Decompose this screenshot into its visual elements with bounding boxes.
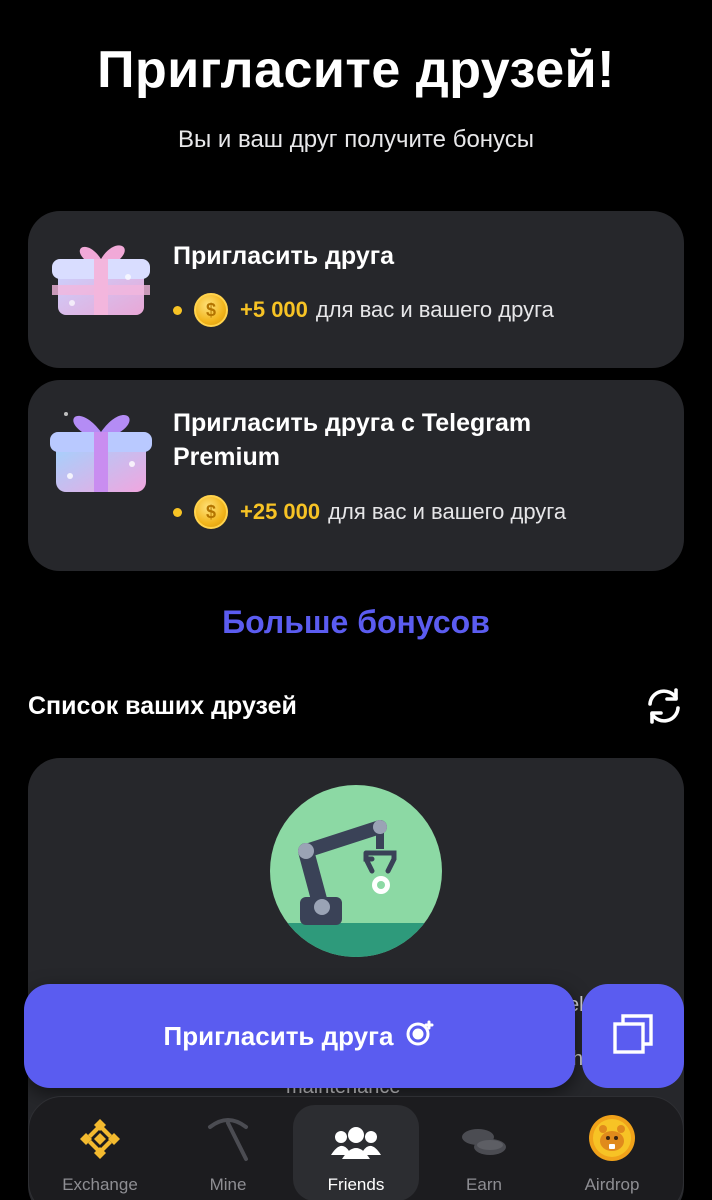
nav-item-mine[interactable]: Mine bbox=[165, 1105, 291, 1200]
bullet-dot bbox=[173, 507, 182, 517]
coin-icon: $ bbox=[194, 495, 228, 529]
reward-line: $ +25 000 для вас и вашего друга bbox=[173, 495, 566, 529]
invite-friend-card[interactable]: Пригласить друга $ +5 000 для вас и ваше… bbox=[28, 211, 684, 368]
binance-icon bbox=[76, 1113, 124, 1163]
robot-arm-icon bbox=[270, 785, 442, 957]
pickaxe-icon bbox=[204, 1113, 252, 1163]
coins-icon bbox=[460, 1113, 508, 1163]
copy-link-button[interactable] bbox=[582, 984, 684, 1088]
add-user-icon bbox=[405, 1018, 435, 1055]
copy-icon bbox=[611, 1012, 655, 1061]
nav-item-earn[interactable]: Earn bbox=[421, 1105, 547, 1200]
hamster-coin-icon bbox=[587, 1113, 637, 1163]
reward-text: для вас и вашего друга bbox=[328, 499, 567, 524]
invite-card-title: Пригласить друга bbox=[173, 242, 395, 270]
bullet-dot bbox=[173, 305, 182, 315]
invite-card-title: Пригласить друга с Telegram Premium bbox=[173, 409, 532, 471]
reward-text: для вас и вашего друга bbox=[315, 297, 554, 322]
more-bonuses-link[interactable]: Больше бонусов bbox=[0, 604, 712, 641]
nav-label: Mine bbox=[209, 1175, 247, 1194]
nav-item-friends[interactable]: Friends bbox=[293, 1105, 419, 1200]
nav-label: Earn bbox=[466, 1175, 502, 1194]
reward-amount: +5 000 bbox=[240, 297, 308, 322]
invite-friend-button[interactable]: Пригласить друга bbox=[24, 984, 575, 1088]
nav-item-exchange[interactable]: Exchange bbox=[37, 1105, 163, 1200]
refresh-icon[interactable] bbox=[644, 686, 684, 726]
nav-label: Airdrop bbox=[584, 1175, 640, 1194]
friends-icon bbox=[331, 1113, 381, 1163]
reward-line: $ +5 000 для вас и вашего друга bbox=[173, 293, 554, 327]
bottom-nav: Exchange Mine Friends Earn Airdrop bbox=[28, 1096, 684, 1200]
invite-button-label: Пригласить друга bbox=[163, 1020, 394, 1051]
gift-premium-icon bbox=[50, 402, 152, 503]
nav-label: Friends bbox=[327, 1175, 385, 1194]
friends-list-title: Список ваших друзей bbox=[28, 692, 297, 720]
page-title: Пригласите друзей! bbox=[97, 41, 615, 99]
nav-label: Exchange bbox=[62, 1175, 138, 1194]
coin-icon: $ bbox=[194, 293, 228, 327]
nav-item-airdrop[interactable]: Airdrop bbox=[549, 1105, 675, 1200]
gift-icon bbox=[50, 233, 152, 328]
page-subtitle: Вы и ваш друг получите бонусы bbox=[177, 126, 535, 153]
reward-amount: +25 000 bbox=[240, 499, 321, 524]
invite-premium-friend-card[interactable]: Пригласить друга с Telegram Premium $ +2… bbox=[28, 380, 684, 571]
